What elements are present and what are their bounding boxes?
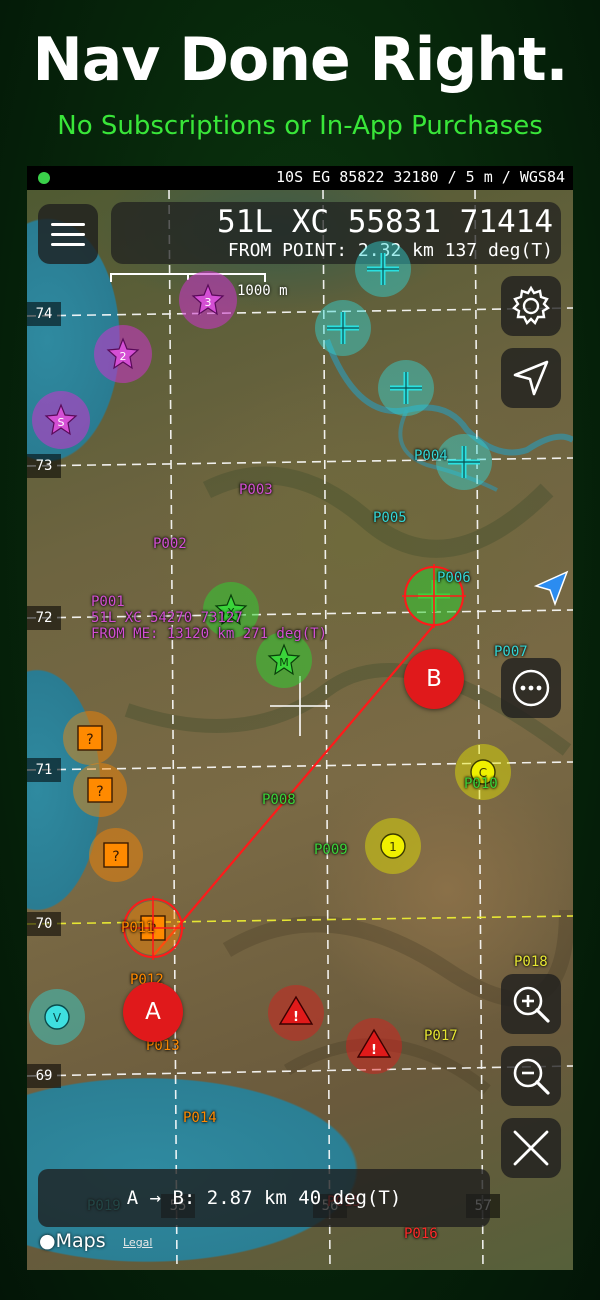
more-options-button[interactable] xyxy=(501,658,561,718)
waypoint-p002-label: P002 xyxy=(153,536,187,552)
waypoint-p019-symbol: V xyxy=(53,1011,62,1025)
waypoint-p010-label: P010 xyxy=(464,776,498,792)
close-button[interactable] xyxy=(501,1118,561,1178)
waypoint-p019-marker[interactable]: V xyxy=(29,989,85,1045)
waypoint-p009-label: P009 xyxy=(314,842,348,858)
waypoint-p011-marker[interactable]: ? xyxy=(63,711,117,765)
waypoint-p011-symbol: ? xyxy=(86,732,93,748)
headline: Nav Done Right. xyxy=(32,25,569,95)
waypoint-p009-symbol: M xyxy=(279,656,289,669)
locate-button[interactable] xyxy=(501,348,561,408)
waypoint-p001-marker[interactable]: S xyxy=(32,391,90,449)
waypoint-p005-marker[interactable] xyxy=(315,300,371,356)
location-arrow-icon xyxy=(513,360,549,396)
waypoint-p001-coordinates: 51L XC 54270 73127 xyxy=(91,610,243,626)
apple-logo-icon: ● xyxy=(39,1230,56,1252)
subheadline: No Subscriptions or In-App Purchases xyxy=(57,111,543,141)
waypoint-p017-symbol: 1 xyxy=(389,840,397,854)
waypoint-p001-distance: FROM ME: 13120 km 271 deg(T) xyxy=(91,626,328,642)
settings-button[interactable] xyxy=(501,276,561,336)
waypoint-p015-marker[interactable]: ! xyxy=(268,985,324,1041)
waypoint-p001-symbol: S xyxy=(58,416,65,429)
waypoints-layer: S 2 3 X M ? ? ? ! ! 1 C V xyxy=(29,241,511,1074)
waypoint-p011-label: P011 xyxy=(121,920,155,936)
waypoint-p017-marker[interactable]: 1 xyxy=(365,818,421,874)
waypoint-p003-label: P003 xyxy=(239,482,273,498)
map-view[interactable]: 51L XC 55831 71414 FROM POINT: 2.32 km 1… xyxy=(27,190,573,1270)
waypoint-p003-marker[interactable]: 3 xyxy=(179,271,237,329)
zoom-out-icon xyxy=(513,1058,550,1095)
phone-screen: 10S EG 85822 32180 / 5 m / WGS84 51L XC … xyxy=(27,166,573,1270)
waypoint-p012-marker[interactable]: ? xyxy=(73,763,127,817)
close-icon xyxy=(513,1130,549,1166)
route-start-marker[interactable]: A xyxy=(123,982,183,1042)
waypoint-p001-label: P001 51L XC 54270 73127 FROM ME: 13120 k… xyxy=(91,594,327,642)
waypoint-p004-label: P004 xyxy=(414,448,448,464)
waypoint-p006-marker[interactable] xyxy=(378,360,434,416)
waypoint-p012-symbol: ? xyxy=(96,784,103,800)
legal-link[interactable]: Legal xyxy=(123,1236,152,1249)
waypoint-p013-symbol: ? xyxy=(112,849,119,865)
waypoint-p005-label: P005 xyxy=(373,510,407,526)
waypoint-p015-symbol: ! xyxy=(293,1010,299,1025)
waypoint-p002-symbol: 2 xyxy=(120,350,127,363)
route-distance-panel: A → B: 2.87 km 40 deg(T) xyxy=(38,1169,490,1227)
waypoint-p001-id: P001 xyxy=(91,594,125,610)
maps-brand-label: Maps xyxy=(55,1230,106,1252)
current-location-icon xyxy=(533,570,569,606)
gear-icon xyxy=(512,285,550,326)
status-coordinates: 10S EG 85822 32180 / 5 m / WGS84 xyxy=(276,168,565,186)
waypoint-p003-symbol: 3 xyxy=(205,296,212,309)
status-bar: 10S EG 85822 32180 / 5 m / WGS84 xyxy=(27,166,573,190)
waypoint-p013-marker[interactable]: ? xyxy=(89,828,143,882)
zoom-in-icon xyxy=(513,986,550,1023)
waypoint-p008-label: P008 xyxy=(262,792,296,808)
waypoint-p016-marker[interactable]: ! xyxy=(346,1018,402,1074)
gps-status-dot xyxy=(38,172,50,184)
zoom-in-button[interactable] xyxy=(501,974,561,1034)
waypoint-p016-label: P016 xyxy=(404,1226,438,1242)
waypoint-p014-label: P014 xyxy=(183,1110,217,1126)
waypoint-p004-marker[interactable] xyxy=(355,241,411,297)
more-options-icon xyxy=(512,669,550,707)
waypoint-p002-marker[interactable]: 2 xyxy=(94,325,152,383)
route-end-marker[interactable]: B xyxy=(404,649,464,709)
waypoint-p006-label: P006 xyxy=(437,570,471,586)
waypoint-p017-label: P017 xyxy=(424,1028,458,1044)
waypoint-p016-symbol: ! xyxy=(371,1043,377,1058)
waypoint-p018-label: P018 xyxy=(514,954,548,970)
maps-attribution: ●Maps xyxy=(39,1230,106,1252)
zoom-out-button[interactable] xyxy=(501,1046,561,1106)
